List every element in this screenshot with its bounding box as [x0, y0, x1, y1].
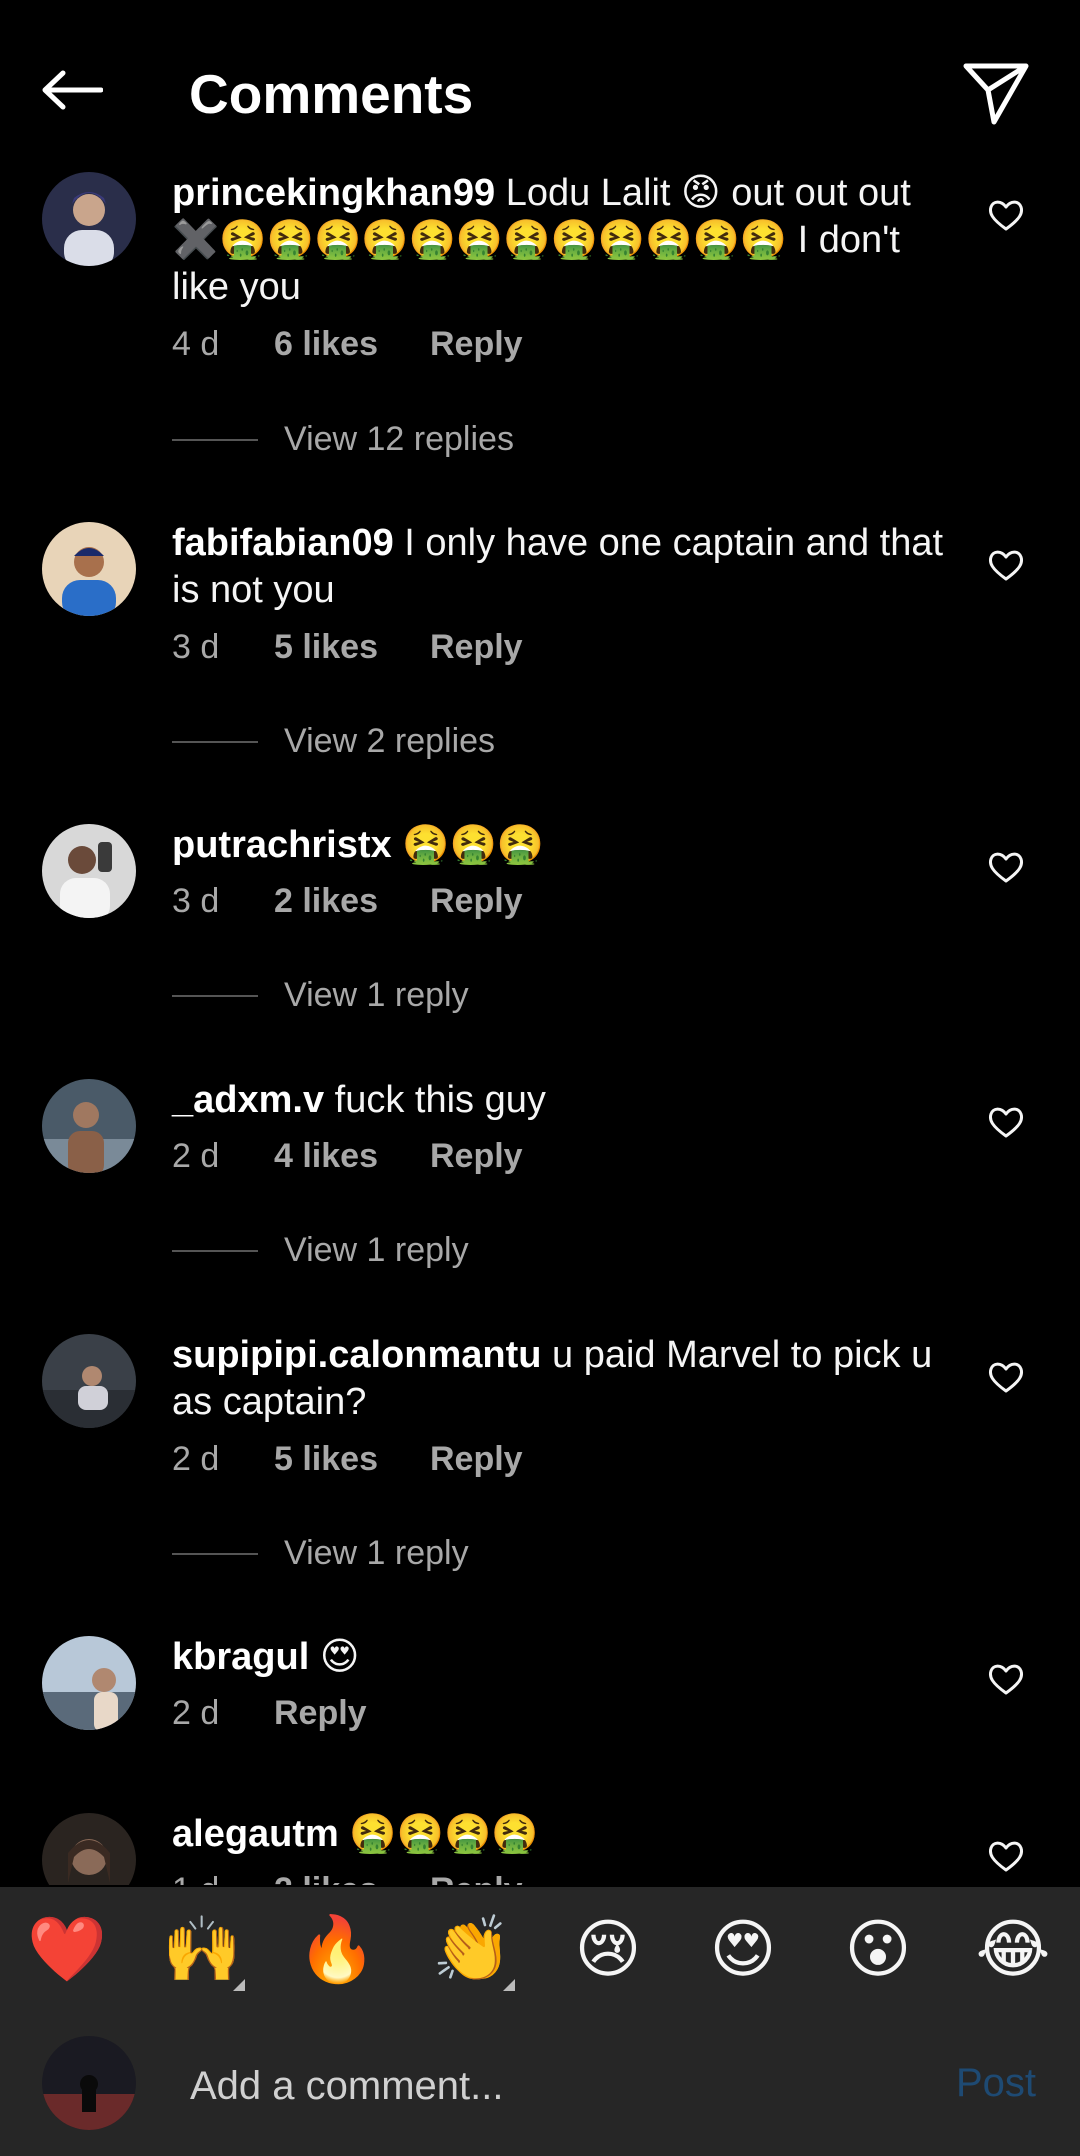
- reply-button[interactable]: Reply: [430, 628, 523, 667]
- emoji-heart-button[interactable]: ❤️: [22, 1909, 112, 1989]
- comment-username[interactable]: princekingkhan99: [172, 172, 495, 214]
- comment-text: princekingkhan99 Lodu Lalit 😡 out out ou…: [172, 170, 952, 311]
- comment-username[interactable]: fabifabian09: [172, 522, 394, 564]
- comment-meta: 4 d 6 likes Reply: [172, 325, 523, 364]
- emoji-clapping-button[interactable]: 👏: [427, 1909, 517, 1991]
- reply-button[interactable]: Reply: [430, 1440, 523, 1479]
- comment-text: _adxm.v fuck this guy: [172, 1077, 952, 1124]
- comment-time: 2 d: [172, 1137, 220, 1175]
- view-replies-button[interactable]: View 1 reply: [172, 976, 469, 1015]
- divider-line: [172, 1552, 258, 1555]
- view-replies-label: View 1 reply: [284, 976, 469, 1014]
- comment-likes[interactable]: 2 likes: [274, 882, 430, 921]
- heart-icon[interactable]: [986, 545, 1026, 585]
- comment-text: supipipi.calonmantu u paid Marvel to pic…: [172, 1332, 952, 1426]
- heart-icon[interactable]: [986, 1357, 1026, 1397]
- comment-username[interactable]: kbragul: [172, 1636, 309, 1678]
- comment-meta: 1 d 2 likes Reply: [172, 1871, 523, 1885]
- avatar[interactable]: [42, 1813, 136, 1885]
- comment-meta: 3 d 5 likes Reply: [172, 628, 523, 667]
- comment-meta: 3 d 2 likes Reply: [172, 882, 523, 921]
- back-button[interactable]: [36, 58, 108, 122]
- avatar[interactable]: [42, 1079, 136, 1173]
- view-replies-button[interactable]: View 12 replies: [172, 420, 514, 459]
- arrow-left-icon: [42, 70, 103, 110]
- avatar[interactable]: [42, 1334, 136, 1428]
- comment-text: alegautm 🤮🤮🤮🤮: [172, 1811, 952, 1858]
- avatar[interactable]: [42, 522, 136, 616]
- reply-button[interactable]: Reply: [430, 1871, 523, 1885]
- comment-meta: 2 d Reply: [172, 1694, 367, 1733]
- reply-button[interactable]: Reply: [274, 1694, 367, 1733]
- comment-username[interactable]: putrachristx: [172, 824, 392, 866]
- comment-body: 🤮🤮🤮: [402, 824, 545, 866]
- view-replies-label: View 12 replies: [284, 420, 514, 458]
- skin-tone-indicator-icon: [233, 1979, 245, 1991]
- heart-icon[interactable]: [986, 1836, 1026, 1876]
- comment-time: 4 d: [172, 325, 220, 363]
- divider-line: [172, 740, 258, 743]
- avatar[interactable]: [42, 1636, 136, 1730]
- emoji-laughing-button[interactable]: 😂: [968, 1909, 1058, 1989]
- comment-likes[interactable]: 2 likes: [274, 1871, 430, 1885]
- emoji-raising-hands-label: 🙌: [162, 1913, 242, 1985]
- emoji-surprised-button[interactable]: 😮: [833, 1909, 923, 1989]
- comment-time: 3 d: [172, 882, 220, 920]
- heart-icon[interactable]: [986, 847, 1026, 887]
- comment-time: 3 d: [172, 628, 220, 666]
- comment-meta: 2 d 5 likes Reply: [172, 1440, 523, 1479]
- avatar[interactable]: [42, 824, 136, 918]
- comment-username[interactable]: supipipi.calonmantu: [172, 1334, 541, 1376]
- emoji-reaction-bar: ❤️ 🙌 🔥 👏 😢 😍 😮 😂: [0, 1887, 1080, 2021]
- header: Comments: [0, 0, 1080, 180]
- divider-line: [172, 1249, 258, 1252]
- comment-body: 🤮🤮🤮🤮: [349, 1813, 539, 1855]
- reply-button[interactable]: Reply: [430, 882, 523, 921]
- avatar[interactable]: [42, 172, 136, 266]
- current-user-avatar: [42, 2036, 136, 2130]
- comment-username[interactable]: alegautm: [172, 1813, 339, 1855]
- heart-icon[interactable]: [986, 195, 1026, 235]
- comment-body: 😍: [319, 1636, 360, 1678]
- comment-composer: Post: [0, 2021, 1080, 2156]
- view-replies-button[interactable]: View 1 reply: [172, 1534, 469, 1573]
- view-replies-button[interactable]: View 2 replies: [172, 722, 495, 761]
- emoji-crying-button[interactable]: 😢: [563, 1909, 653, 1989]
- post-button[interactable]: Post: [956, 2061, 1036, 2106]
- comment-likes[interactable]: 6 likes: [274, 325, 430, 364]
- comment-text: fabifabian09 I only have one captain and…: [172, 520, 952, 614]
- comment-body: fuck this guy: [334, 1079, 546, 1121]
- divider-line: [172, 438, 258, 441]
- paper-plane-icon: [963, 63, 1029, 125]
- comment-likes[interactable]: 5 likes: [274, 1440, 430, 1479]
- comment-meta: 2 d 4 likes Reply: [172, 1137, 523, 1176]
- emoji-clapping-label: 👏: [432, 1913, 512, 1985]
- view-replies-label: View 1 reply: [284, 1534, 469, 1572]
- skin-tone-indicator-icon: [503, 1979, 515, 1991]
- comment-time: 2 d: [172, 1440, 220, 1478]
- comment-username[interactable]: _adxm.v: [172, 1079, 324, 1121]
- comment-text: putrachristx 🤮🤮🤮: [172, 822, 952, 869]
- share-button[interactable]: [960, 56, 1032, 128]
- view-replies-label: View 1 reply: [284, 1231, 469, 1269]
- emoji-heart-eyes-button[interactable]: 😍: [698, 1909, 788, 1989]
- emoji-raising-hands-button[interactable]: 🙌: [157, 1909, 247, 1991]
- comment-input[interactable]: [190, 2051, 890, 2121]
- heart-icon[interactable]: [986, 1102, 1026, 1142]
- comment-text: kbragul 😍: [172, 1634, 952, 1681]
- comments-list[interactable]: princekingkhan99 Lodu Lalit 😡 out out ou…: [0, 160, 1080, 1885]
- heart-icon[interactable]: [986, 1659, 1026, 1699]
- view-replies-label: View 2 replies: [284, 722, 496, 760]
- view-replies-button[interactable]: View 1 reply: [172, 1231, 469, 1270]
- page-title: Comments: [189, 63, 474, 125]
- reply-button[interactable]: Reply: [430, 325, 523, 364]
- comment-time: 2 d: [172, 1694, 220, 1732]
- reply-button[interactable]: Reply: [430, 1137, 523, 1176]
- comment-time: 1 d: [172, 1871, 274, 1885]
- divider-line: [172, 994, 258, 997]
- comment-likes[interactable]: 5 likes: [274, 628, 430, 667]
- comment-likes[interactable]: 4 likes: [274, 1137, 430, 1176]
- emoji-fire-button[interactable]: 🔥: [292, 1909, 382, 1989]
